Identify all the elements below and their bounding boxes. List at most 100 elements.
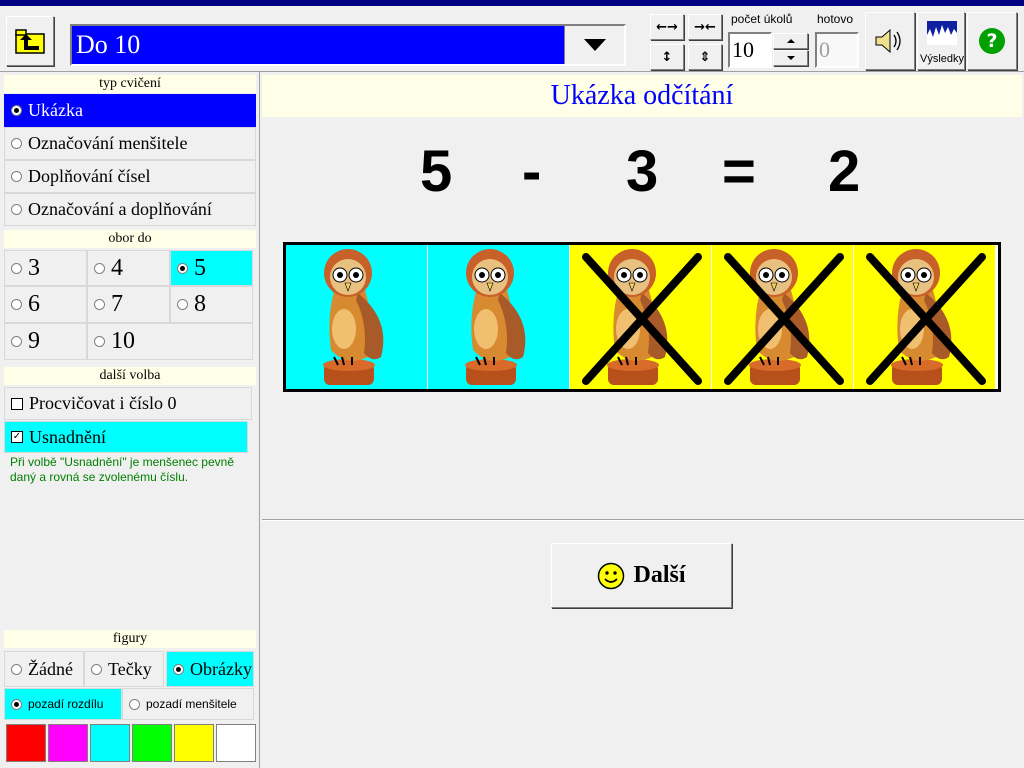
task-count-down[interactable] bbox=[773, 50, 808, 66]
task-count-value: 10 bbox=[732, 37, 754, 62]
color-swatch-cyan[interactable] bbox=[90, 724, 130, 762]
equation-minus: - bbox=[522, 139, 542, 204]
owl-picture-strip bbox=[283, 242, 1001, 392]
color-swatch-yellow[interactable] bbox=[174, 724, 214, 762]
owl-icon bbox=[323, 249, 384, 385]
radio-icon bbox=[91, 663, 102, 675]
figures-pictures[interactable]: Obrázky bbox=[166, 651, 254, 687]
option-label: Označování menšitele bbox=[28, 133, 188, 153]
figures-none[interactable]: Žádné bbox=[4, 651, 84, 687]
section-header-more-options: další volba bbox=[4, 367, 256, 385]
radio-icon bbox=[11, 138, 22, 149]
figures-dots[interactable]: Tečky bbox=[84, 651, 164, 687]
help-button[interactable]: ? bbox=[967, 12, 1017, 70]
radio-icon bbox=[129, 698, 140, 710]
equation-equals: = bbox=[722, 139, 756, 204]
exercise-type-fill-numbers[interactable]: Doplňování čísel bbox=[4, 160, 256, 193]
color-swatch-red[interactable] bbox=[6, 724, 46, 762]
radio-icon bbox=[173, 663, 184, 675]
owl-cell[interactable] bbox=[428, 245, 570, 389]
arrows-vertical-out-icon: ↕ bbox=[661, 49, 673, 65]
background-subtrahend-option[interactable]: pozadí menšitele bbox=[122, 688, 254, 720]
owl-cell-crossed[interactable] bbox=[712, 245, 854, 389]
done-field: 0 bbox=[815, 32, 859, 68]
option-label: 10 bbox=[111, 328, 135, 354]
task-count-label: počet úkolů bbox=[731, 12, 793, 26]
checkbox-icon bbox=[11, 397, 23, 410]
narrow-button[interactable]: →← bbox=[688, 14, 722, 40]
arrows-vertical-in-icon: ⇕ bbox=[699, 49, 711, 65]
done-value: 0 bbox=[819, 37, 830, 62]
widen-button[interactable]: ←→ bbox=[650, 14, 684, 40]
option-label: 3 bbox=[28, 254, 40, 281]
range-option-5[interactable]: 5 bbox=[170, 250, 253, 286]
radio-icon bbox=[177, 299, 188, 310]
option-label: Doplňování čísel bbox=[28, 166, 151, 186]
done-label: hotovo bbox=[817, 12, 854, 26]
divider bbox=[262, 519, 1024, 521]
radio-icon bbox=[11, 336, 22, 347]
range-select[interactable]: Do 10 bbox=[70, 24, 626, 66]
color-swatch-magenta[interactable] bbox=[48, 724, 88, 762]
range-option-8[interactable]: 8 bbox=[170, 286, 253, 323]
option-label: Obrázky bbox=[190, 658, 252, 679]
spin-down-icon bbox=[786, 56, 795, 60]
radio-icon bbox=[94, 336, 105, 347]
equation-result: 2 bbox=[828, 139, 861, 204]
task-count-input[interactable]: 10 bbox=[728, 32, 772, 68]
radio-icon bbox=[11, 663, 22, 675]
radio-icon bbox=[11, 204, 22, 215]
help-icon: ? bbox=[979, 28, 1005, 54]
option-label: pozadí rozdílu bbox=[28, 697, 104, 711]
arrows-horizontal-in-icon: →← bbox=[694, 19, 716, 35]
owl-icon bbox=[866, 249, 986, 385]
help-glyph: ? bbox=[986, 30, 998, 52]
range-option-3[interactable]: 3 bbox=[4, 250, 87, 286]
color-swatch-green[interactable] bbox=[132, 724, 172, 762]
folder-up-icon bbox=[15, 29, 45, 54]
section-header-range: obor do bbox=[4, 230, 256, 248]
range-option-10[interactable]: 10 bbox=[87, 323, 253, 360]
results-button[interactable]: Výsledky bbox=[917, 12, 965, 70]
chevron-down-icon bbox=[583, 39, 606, 51]
radio-icon bbox=[11, 105, 22, 116]
open-folder-button[interactable] bbox=[6, 16, 54, 66]
next-label: Další bbox=[633, 562, 686, 588]
sound-button[interactable] bbox=[865, 12, 915, 70]
results-chart-icon bbox=[927, 21, 957, 45]
owl-cell-crossed[interactable] bbox=[854, 245, 996, 389]
taller-button[interactable]: ↕ bbox=[650, 44, 684, 70]
left-panel: typ cvičení Ukázka Označování menšitele … bbox=[0, 72, 260, 768]
exercise-type-demo[interactable]: Ukázka bbox=[4, 94, 256, 127]
smiley-icon bbox=[598, 562, 625, 589]
option-label: 4 bbox=[111, 254, 123, 281]
practice-zero-checkbox[interactable]: Procvičovat i číslo 0 bbox=[4, 387, 252, 420]
color-swatch-white[interactable] bbox=[216, 724, 256, 762]
equation-minuend: 5 bbox=[420, 139, 453, 204]
owl-icon bbox=[465, 249, 526, 385]
exercise-title: Ukázka odčítání bbox=[262, 75, 1022, 117]
results-label: Výsledky bbox=[919, 53, 965, 65]
next-button[interactable]: Další bbox=[551, 543, 732, 608]
range-option-7[interactable]: 7 bbox=[87, 286, 170, 323]
task-count-up[interactable] bbox=[773, 33, 808, 49]
owl-cell[interactable] bbox=[286, 245, 428, 389]
radio-icon bbox=[94, 299, 105, 310]
range-select-dropdown-button[interactable] bbox=[564, 26, 624, 64]
spin-up-icon bbox=[786, 39, 795, 43]
owl-icon bbox=[582, 249, 702, 385]
shorter-button[interactable]: ⇕ bbox=[688, 44, 722, 70]
exercise-type-mark-and-fill[interactable]: Označování a doplňování bbox=[4, 193, 256, 226]
range-option-4[interactable]: 4 bbox=[87, 250, 170, 286]
option-label: 5 bbox=[194, 254, 206, 281]
option-label: Procvičovat i číslo 0 bbox=[29, 393, 177, 413]
toolbar: Do 10 ←→ →← ↕ ⇕ počet úkolů 10 hotovo 0 bbox=[0, 6, 1024, 72]
option-label: 8 bbox=[194, 291, 206, 317]
exercise-type-mark-subtrahend[interactable]: Označování menšitele bbox=[4, 127, 256, 160]
range-option-6[interactable]: 6 bbox=[4, 286, 87, 323]
range-option-9[interactable]: 9 bbox=[4, 323, 87, 360]
owl-cell-crossed[interactable] bbox=[570, 245, 712, 389]
radio-icon bbox=[11, 262, 22, 274]
background-difference-option[interactable]: pozadí rozdílu bbox=[4, 688, 122, 720]
simplify-checkbox[interactable]: ✓ Usnadnění bbox=[4, 421, 248, 453]
